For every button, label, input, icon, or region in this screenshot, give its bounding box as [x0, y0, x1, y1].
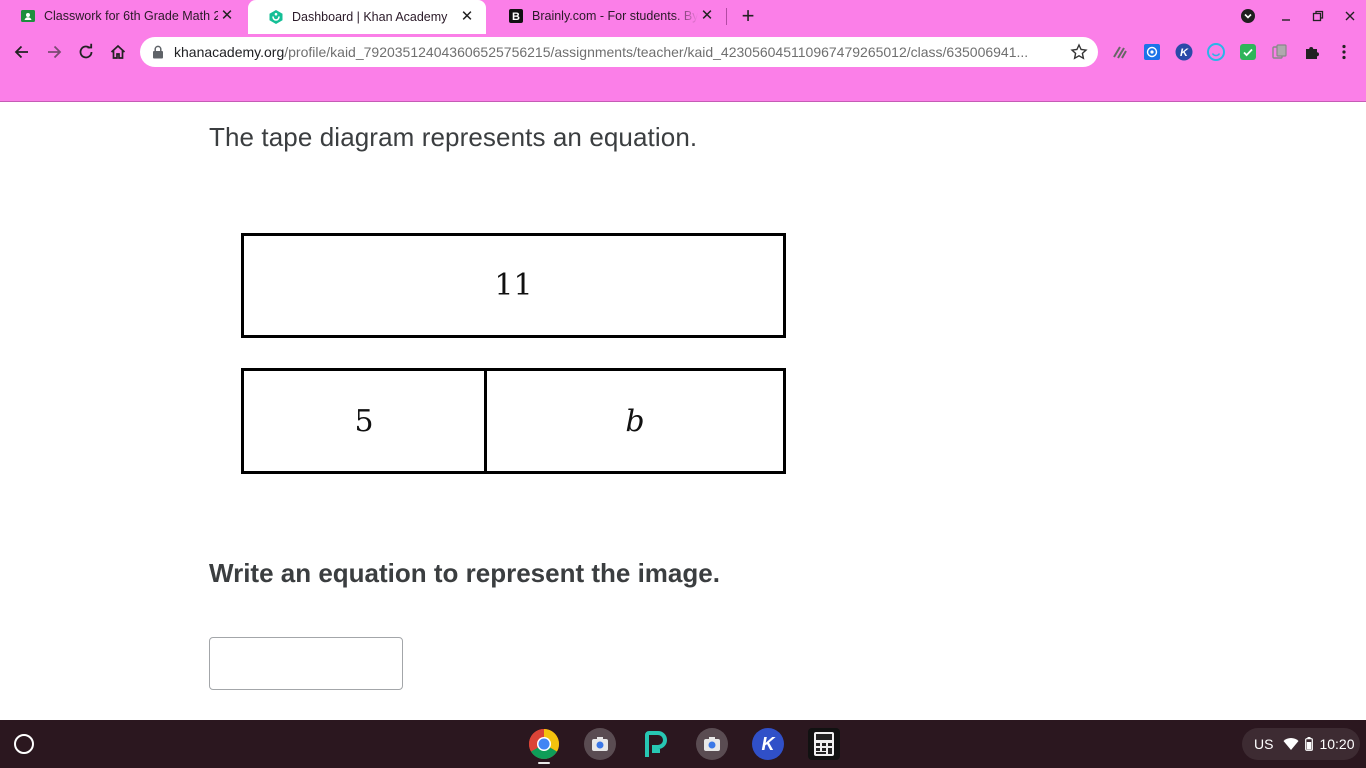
address-bar[interactable]: khanacademy.org/profile/kaid_79203512404… — [140, 37, 1098, 67]
svg-text:K: K — [1180, 47, 1189, 59]
close-window-icon[interactable] — [1340, 6, 1360, 26]
google-classroom-icon — [20, 8, 36, 24]
exercise-prompt: The tape diagram represents an equation. — [209, 122, 698, 152]
url-host: khanacademy.org — [174, 44, 285, 60]
tab-brainly[interactable]: B Brainly.com - For students. By student… — [488, 0, 726, 32]
svg-text:B: B — [512, 11, 520, 23]
status-tray[interactable]: US 10:20 — [1242, 728, 1360, 760]
exercise-question: Write an equation to represent the image… — [209, 558, 720, 588]
tape-segment-known: 5 — [244, 371, 487, 471]
input-language: US — [1254, 736, 1274, 752]
tab-title: Classwork for 6th Grade Math 2 — [44, 9, 218, 23]
tape-segment-total: 11 — [494, 268, 533, 303]
home-icon — [110, 44, 126, 59]
arrow-left-icon — [14, 45, 28, 59]
lock-icon[interactable] — [152, 45, 166, 59]
calculator-app-icon[interactable] — [808, 728, 840, 760]
clock-time: 10:20 — [1319, 736, 1355, 752]
browser-chrome: Classwork for 6th Grade Math 2 ✕ Dashboa… — [0, 0, 1366, 102]
tab-separator — [726, 8, 727, 25]
chrome-app-icon[interactable] — [528, 728, 560, 760]
bookmark-star-icon[interactable] — [1070, 43, 1088, 61]
edpuzzle-extension-icon[interactable] — [1110, 42, 1130, 62]
forward-button[interactable] — [41, 39, 67, 65]
home-button[interactable] — [105, 39, 131, 65]
mote-extension-icon[interactable] — [1206, 42, 1226, 62]
exercise-content: The tape diagram represents an equation.… — [0, 102, 1366, 720]
arrow-right-icon — [48, 45, 62, 59]
tape-diagram-bottom: 5 b — [241, 368, 786, 474]
restore-icon[interactable] — [1308, 6, 1328, 26]
os-shelf: K US 10:20 — [0, 720, 1366, 768]
kebab-menu-icon[interactable] — [1334, 42, 1354, 62]
tab-classwork[interactable]: Classwork for 6th Grade Math 2 ✕ — [0, 0, 246, 32]
tab-strip: Classwork for 6th Grade Math 2 ✕ Dashboa… — [0, 0, 1366, 34]
reading-extension-icon[interactable] — [1238, 42, 1258, 62]
extensions-puzzle-icon[interactable] — [1302, 42, 1322, 62]
back-button[interactable] — [9, 39, 35, 65]
tape-diagram-top: 11 — [241, 233, 786, 338]
close-icon[interactable]: ✕ — [458, 8, 476, 26]
brainly-icon: B — [508, 8, 524, 24]
launcher-button[interactable] — [14, 734, 34, 754]
tab-khan-academy[interactable]: Dashboard | Khan Academy ✕ — [248, 0, 486, 34]
pear-deck-app-icon[interactable] — [640, 728, 672, 760]
close-icon[interactable]: ✕ — [218, 7, 236, 25]
wifi-icon — [1283, 737, 1299, 751]
svg-text:K: K — [762, 734, 777, 754]
new-tab-button[interactable]: + — [736, 4, 760, 28]
battery-icon — [1305, 737, 1314, 751]
browser-toolbar: khanacademy.org/profile/kaid_79203512404… — [0, 34, 1366, 70]
khan-academy-icon — [268, 9, 284, 25]
minimize-icon[interactable] — [1276, 6, 1296, 26]
kami-app-icon[interactable]: K — [752, 728, 784, 760]
camera-app-icon-2[interactable] — [696, 728, 728, 760]
tab-title: Brainly.com - For students. By students. — [532, 9, 698, 23]
tape-segment-unknown: b — [625, 403, 645, 439]
screen-capture-extension-icon[interactable] — [1142, 42, 1162, 62]
equation-answer-input[interactable] — [209, 637, 403, 690]
tab-manager-extension-icon[interactable] — [1270, 42, 1290, 62]
reload-icon — [79, 43, 93, 59]
reload-button[interactable] — [73, 39, 99, 65]
url-text: khanacademy.org/profile/kaid_79203512404… — [174, 44, 1064, 60]
kami-extension-icon[interactable]: K — [1174, 42, 1194, 62]
close-icon[interactable]: ✕ — [698, 7, 716, 25]
active-app-indicator — [538, 762, 550, 764]
url-path: /profile/kaid_792035124043606525756215/a… — [284, 44, 1029, 60]
tab-search-icon[interactable] — [1238, 6, 1258, 26]
tab-title: Dashboard | Khan Academy — [292, 10, 448, 24]
camera-app-icon[interactable] — [584, 728, 616, 760]
